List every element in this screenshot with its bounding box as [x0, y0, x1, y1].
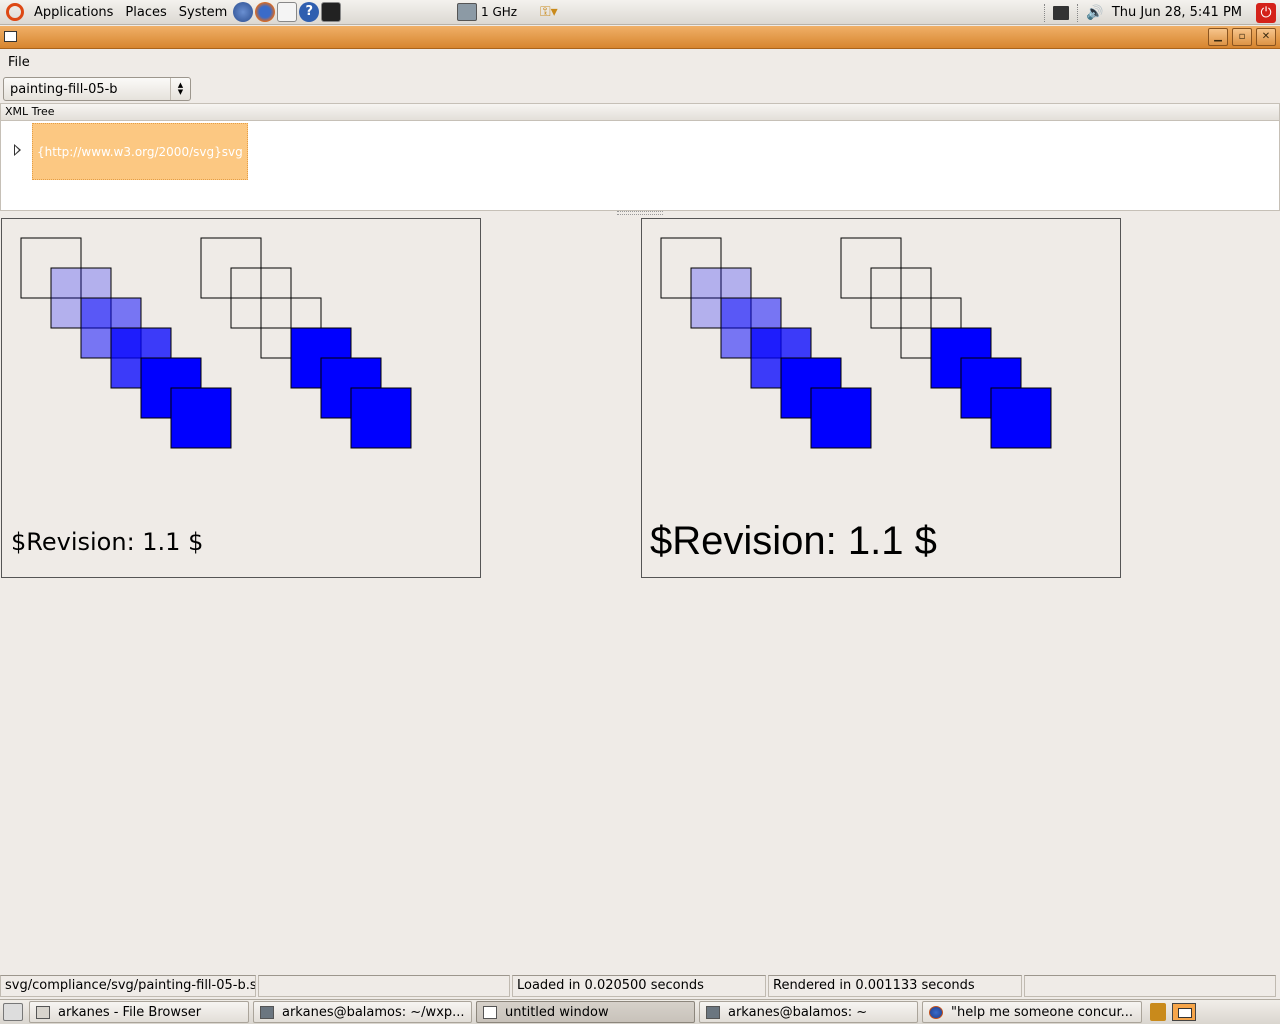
terminal-icon[interactable]	[321, 2, 342, 22]
cpu-frequency-label: 1 GHz	[481, 5, 518, 19]
window-menu-icon[interactable]	[4, 31, 17, 42]
rendered-svg-left	[20, 237, 412, 449]
terminal-icon	[260, 1005, 274, 1019]
cpu-chip-icon	[457, 3, 477, 21]
clock[interactable]: Thu Jun 28, 5:41 PM	[1112, 5, 1242, 20]
power-icon[interactable]: ⏻	[1256, 2, 1276, 23]
network-icon[interactable]	[233, 2, 254, 22]
status-load-time: Loaded in 0.020500 seconds	[512, 975, 766, 997]
render-panel-right: $Revision: 1.1 $	[641, 218, 1121, 578]
terminal-icon	[706, 1005, 720, 1019]
help-icon[interactable]: ?	[299, 2, 320, 22]
combo-selected-value: painting-fill-05-b	[10, 81, 118, 97]
task-label: "help me someone concur...	[951, 1004, 1133, 1020]
bottom-taskbar: arkanes - File Browser arkanes@balamos: …	[0, 999, 1280, 1024]
revision-text: $Revision: 1.1 $	[650, 519, 937, 563]
volume-icon[interactable]: 🔊	[1086, 5, 1103, 21]
task-label: arkanes@balamos: ~/wxp...	[282, 1004, 465, 1020]
close-button[interactable]: ✕	[1256, 28, 1276, 46]
maximize-button[interactable]: ▫	[1232, 28, 1252, 46]
minimize-button[interactable]: ▁	[1208, 28, 1228, 46]
menubar: File	[0, 50, 1280, 74]
translucent-square	[170, 387, 232, 449]
cpu-frequency-applet[interactable]: 1 GHz	[457, 3, 517, 21]
status-empty-field	[1024, 975, 1276, 997]
revision-text: $Revision: 1.1 $	[11, 528, 204, 556]
task-label: untitled window	[505, 1004, 609, 1020]
window-icon	[483, 1005, 497, 1019]
splitter-handle[interactable]	[617, 211, 663, 215]
task-terminal-1[interactable]: arkanes@balamos: ~/wxp...	[253, 1001, 472, 1023]
mail-icon[interactable]	[277, 2, 298, 22]
firefox-icon	[929, 1005, 943, 1019]
applications-menu[interactable]: Applications	[28, 0, 119, 24]
statusbar: svg/compliance/svg/painting-fill-05-b.sv…	[0, 975, 1280, 998]
test-file-combo[interactable]: painting-fill-05-b ▲ ▼	[3, 77, 191, 101]
status-render-time: Rendered in 0.001133 seconds	[768, 975, 1022, 997]
xml-tree-header[interactable]: XML Tree	[0, 103, 1280, 121]
file-menu[interactable]: File	[0, 55, 38, 70]
tree-expander-icon[interactable]	[14, 144, 21, 156]
file-browser-icon	[36, 1005, 50, 1019]
tray-separator	[1044, 3, 1046, 22]
places-menu[interactable]: Places	[119, 0, 172, 24]
status-file-path: svg/compliance/svg/painting-fill-05-b.sv	[0, 975, 256, 997]
combo-arrows-icon: ▲ ▼	[170, 78, 190, 100]
tree-node-label: {http://www.w3.org/2000/svg}svg	[37, 144, 243, 159]
render-panel-left: $Revision: 1.1 $	[1, 218, 481, 578]
opaque-square	[350, 387, 412, 449]
opaque-square	[990, 387, 1052, 449]
tree-node-svg-root[interactable]: {http://www.w3.org/2000/svg}svg	[32, 123, 248, 180]
ubuntu-logo-icon[interactable]	[6, 3, 24, 21]
task-firefox[interactable]: "help me someone concur...	[922, 1001, 1142, 1023]
top-panel: Applications Places System ? 1 GHz ⚿▾ 🔊 …	[0, 0, 1280, 25]
task-label: arkanes@balamos: ~	[728, 1004, 868, 1020]
show-desktop-button[interactable]	[3, 1003, 23, 1021]
task-terminal-2[interactable]: arkanes@balamos: ~	[699, 1001, 918, 1023]
keyring-icon[interactable]: ⚿▾	[540, 4, 558, 20]
network-monitor-icon[interactable]	[1053, 5, 1070, 20]
system-menu[interactable]: System	[173, 0, 233, 24]
translucent-square	[810, 387, 872, 449]
workspace-switcher[interactable]	[1172, 1003, 1196, 1021]
firefox-icon[interactable]	[255, 2, 276, 22]
system-tray: 🔊 Thu Jun 28, 5:41 PM ⏻	[1044, 0, 1280, 25]
task-untitled-window[interactable]: untitled window	[476, 1001, 695, 1023]
window-titlebar[interactable]: ▁ ▫ ✕	[0, 26, 1280, 49]
trash-icon[interactable]	[1150, 1003, 1166, 1021]
tray-separator	[1077, 3, 1079, 22]
task-label: arkanes - File Browser	[58, 1004, 202, 1020]
status-empty-field	[258, 975, 510, 997]
xml-tree: {http://www.w3.org/2000/svg}svg	[0, 121, 1280, 211]
task-file-browser[interactable]: arkanes - File Browser	[29, 1001, 249, 1023]
